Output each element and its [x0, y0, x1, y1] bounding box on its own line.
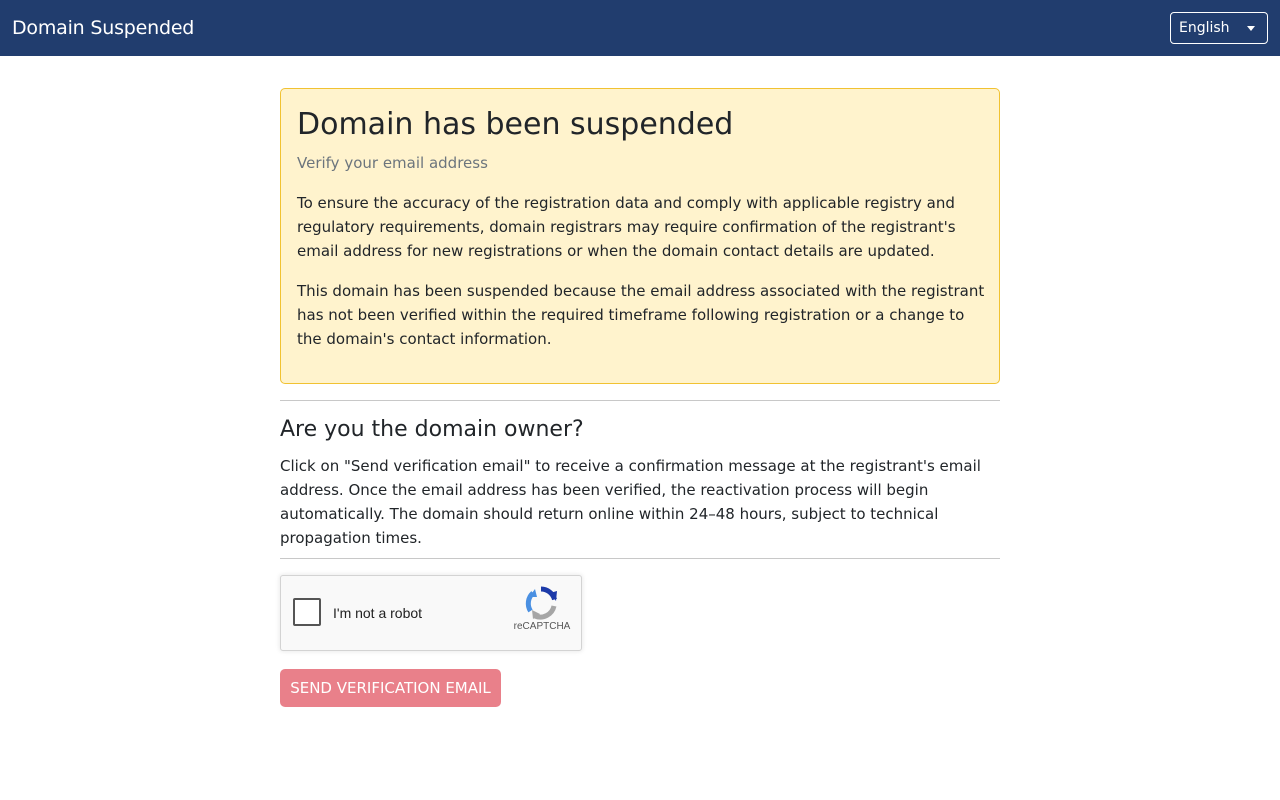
- language-label: English: [1179, 20, 1230, 36]
- recaptcha-checkbox[interactable]: [293, 598, 321, 626]
- alert-heading: Domain has been suspended: [297, 107, 734, 142]
- alert-paragraph-registration: To ensure the accuracy of the registrati…: [297, 194, 956, 260]
- recaptcha-brand-label: reCAPTCHA: [513, 621, 571, 632]
- suspension-alert: Domain has been suspended Verify your em…: [280, 88, 1000, 384]
- owner-instructions: Click on "Send verification email" to re…: [280, 457, 981, 547]
- site-title: Domain Suspended: [12, 17, 195, 39]
- divider: [280, 400, 1000, 401]
- caret-down-icon: [1247, 26, 1255, 31]
- top-navbar: Domain Suspended English: [0, 0, 1280, 56]
- send-verification-email-button[interactable]: SEND VERIFICATION EMAIL: [280, 669, 501, 707]
- recaptcha-widget: I'm not a robot reCAPTCHA: [280, 575, 582, 651]
- owner-heading: Are you the domain owner?: [280, 417, 584, 442]
- recaptcha-label: I'm not a robot: [333, 605, 423, 621]
- alert-subheading: Verify your email address: [297, 154, 488, 172]
- recaptcha-logo-icon: [525, 586, 557, 620]
- alert-paragraph-suspension: This domain has been suspended because t…: [297, 282, 985, 348]
- divider: [280, 558, 1000, 559]
- language-dropdown-button[interactable]: English: [1170, 12, 1268, 44]
